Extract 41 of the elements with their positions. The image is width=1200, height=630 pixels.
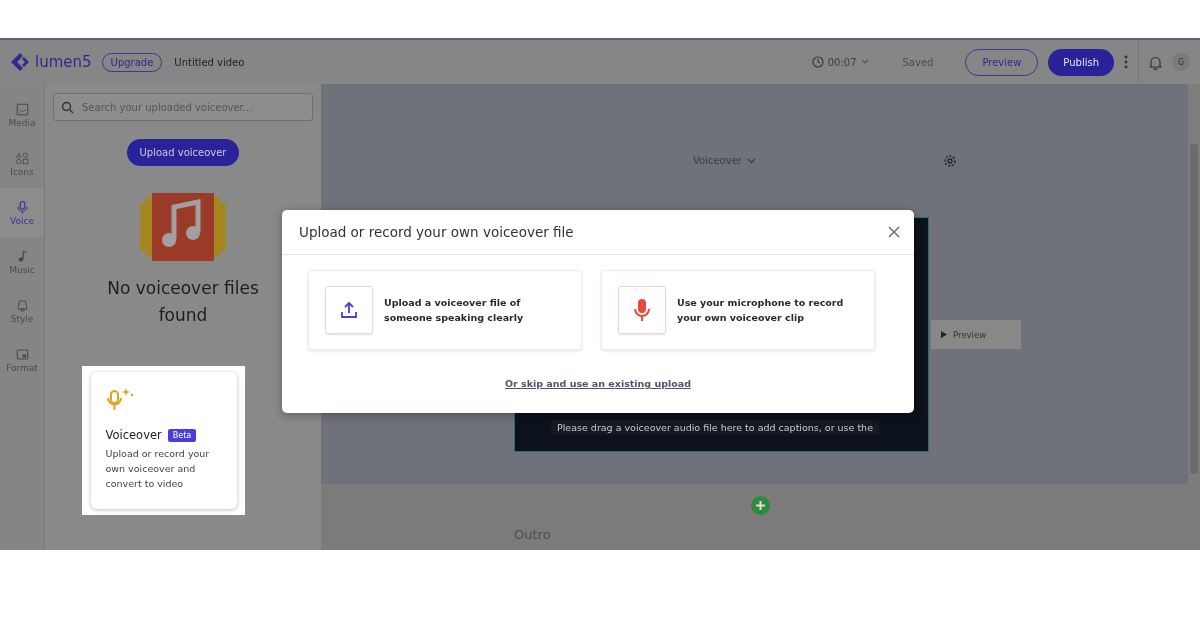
duration-text: 00:07 — [827, 56, 857, 68]
frame-icon — [14, 346, 30, 362]
logo-icon — [10, 52, 30, 72]
upload-voiceover-button[interactable]: Upload voiceover — [126, 139, 240, 166]
skip-link[interactable]: Or skip and use an existing upload — [504, 378, 691, 389]
add-icon[interactable] — [751, 496, 770, 515]
voiceover-card[interactable]: Voiceover Beta Upload or record your own voiceover and convert to video — [90, 372, 237, 509]
card-description: Upload or record your own voiceover and convert to video — [105, 447, 211, 491]
sidebar-tab[interactable]: Format — [0, 335, 44, 384]
shapes-icon — [14, 150, 30, 166]
dialog-title: Upload or record your own voiceover file — [299, 224, 575, 240]
beta-badge: Beta — [167, 428, 197, 442]
more-icon[interactable] — [1124, 55, 1128, 69]
video-title: Untitled video — [174, 56, 245, 68]
bell-icon[interactable] — [1149, 54, 1162, 70]
sidebar-tab[interactable]: Media — [0, 90, 44, 139]
sparkle-microphone-icon — [105, 386, 134, 412]
logo-text: lumen5 — [35, 53, 92, 71]
card-title: Voiceover — [105, 428, 162, 442]
empty-message: No voiceover files found — [106, 277, 260, 327]
sidebar-tab[interactable]: Voice — [0, 188, 44, 237]
user-avatar[interactable]: G — [1172, 53, 1190, 71]
voiceover-dropdown[interactable]: Voiceover — [687, 154, 762, 167]
microphone-icon — [14, 199, 30, 215]
play-icon — [941, 331, 947, 338]
upload-option[interactable]: Upload a voiceover file of someone speaking clearly — [308, 270, 582, 350]
chevron-down-icon — [746, 157, 756, 164]
caption-text: Please drag a voiceover audio file here to add captions, or use the — [551, 420, 879, 435]
image-icon — [14, 101, 30, 117]
settings-icon[interactable] — [943, 154, 957, 168]
clock-icon — [811, 56, 824, 68]
sidebar-tab[interactable]: Music — [0, 237, 44, 286]
chevron-down-icon[interactable] — [860, 59, 869, 65]
publish-button[interactable]: Publish — [1048, 48, 1114, 76]
record-option[interactable]: Use your microphone to record your own voiceover clip — [601, 270, 875, 350]
microphone-icon — [634, 299, 650, 321]
upload-icon — [339, 300, 359, 320]
close-icon[interactable] — [888, 226, 900, 238]
save-status: Saved — [902, 56, 934, 68]
bell-shape-icon — [14, 297, 30, 313]
scene-preview-button[interactable]: Preview — [931, 320, 1021, 349]
